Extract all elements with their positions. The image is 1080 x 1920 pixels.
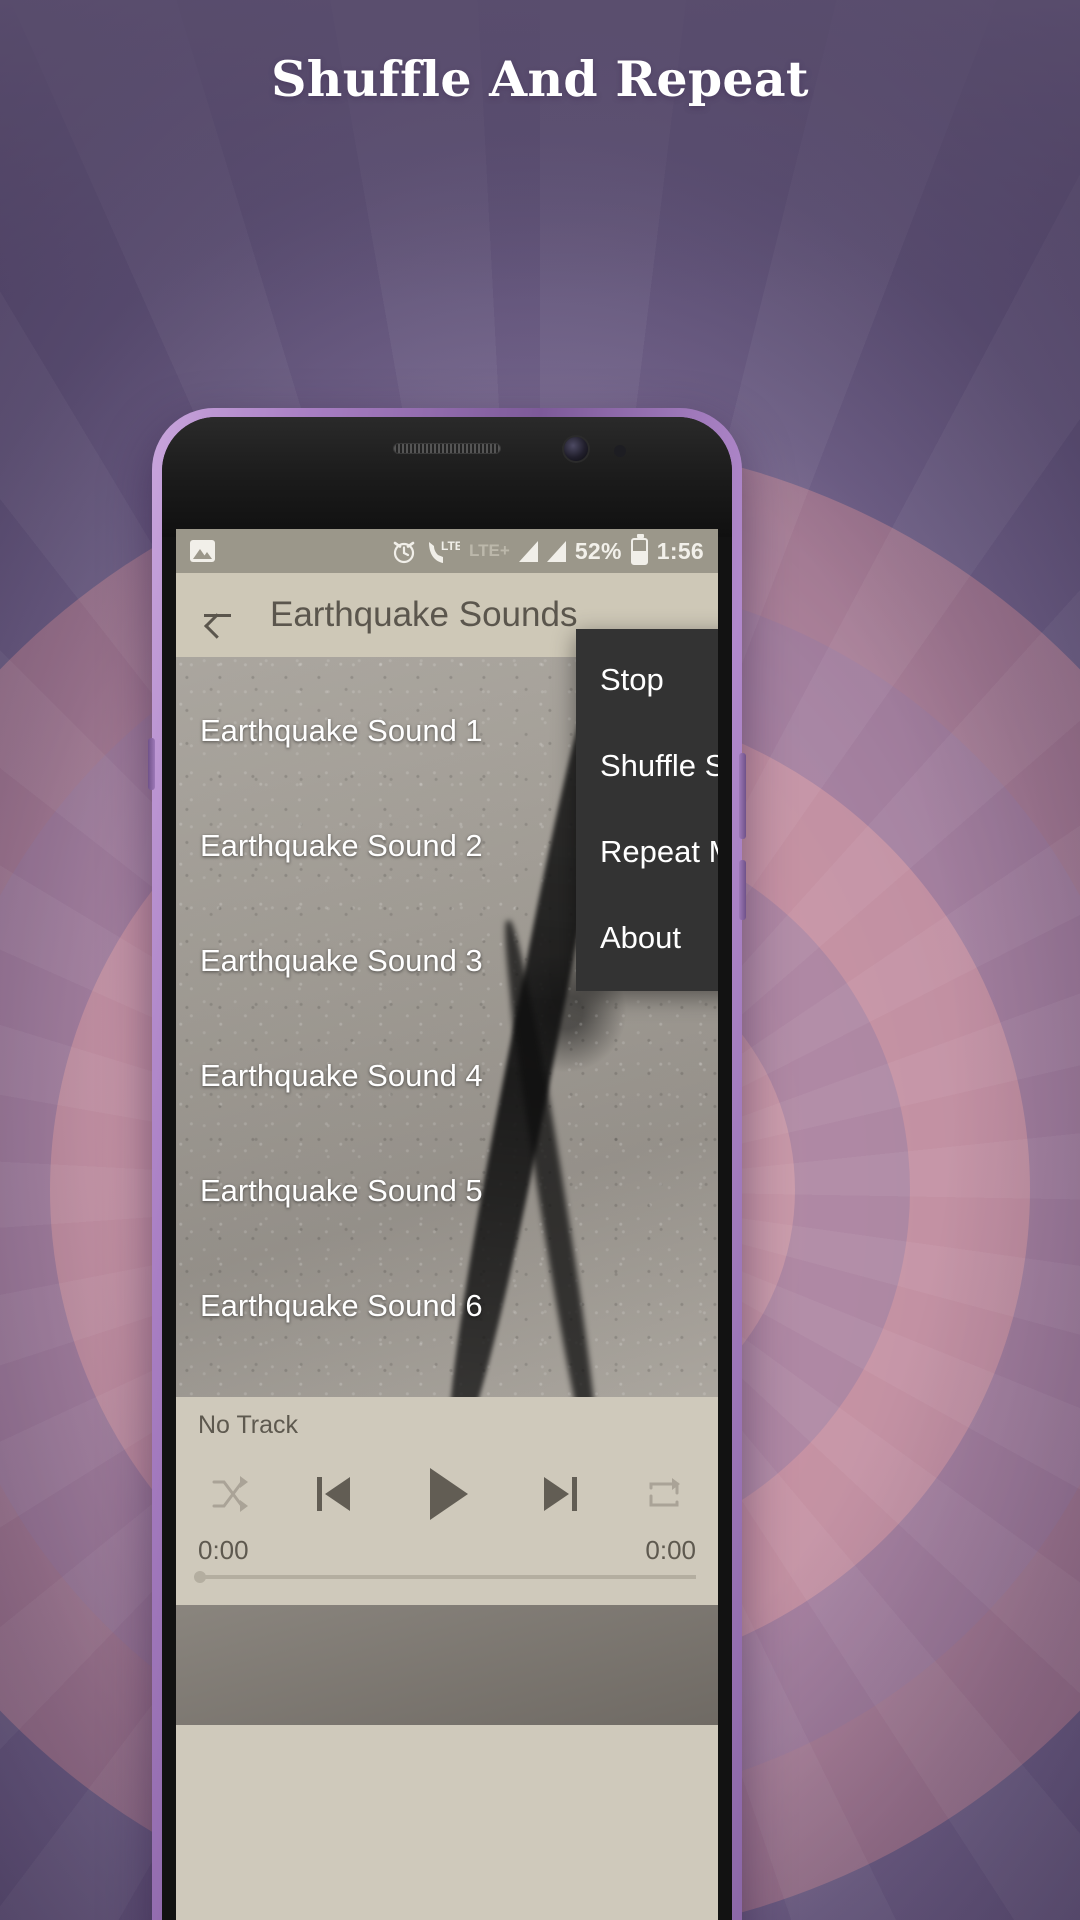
player-times: 0:00 0:00 — [198, 1535, 696, 1566]
menu-item-label: About — [600, 920, 682, 955]
track-title: Earthquake Sound 3 — [200, 942, 483, 978]
phone-screen: LTE LTE+ 52% 1:56 Earthquake Sounds Eart… — [176, 529, 718, 1920]
track-title: Earthquake Sound 6 — [200, 1287, 483, 1323]
menu-item-label: Repeat Mode — [600, 834, 718, 869]
back-arrow-icon[interactable] — [198, 596, 236, 634]
alarm-icon — [393, 541, 415, 563]
status-bar: LTE LTE+ 52% 1:56 — [176, 529, 718, 573]
below-player-photo — [176, 1605, 718, 1725]
proximity-sensor-icon — [614, 445, 626, 457]
elapsed-time-label: 0:00 — [198, 1535, 249, 1565]
track-title: Earthquake Sound 1 — [200, 712, 483, 748]
player-bar: No Track 0:00 0:00 — [176, 1397, 718, 1605]
overflow-menu[interactable]: Stop Shuffle Songs Repeat Mode About — [576, 629, 718, 991]
seek-bar-knob[interactable] — [194, 1571, 206, 1583]
app-bar-title: Earthquake Sounds — [270, 595, 578, 634]
seek-bar[interactable] — [194, 1571, 696, 1583]
status-bar-right: LTE LTE+ 52% 1:56 — [391, 533, 704, 565]
current-track-label: No Track — [198, 1411, 299, 1439]
battery-icon — [630, 533, 648, 565]
list-item[interactable]: Earthquake Sound 5 — [176, 1133, 718, 1248]
phone-side-button-left — [148, 738, 155, 790]
list-item[interactable]: Earthquake Sound 4 — [176, 1018, 718, 1133]
network-type-label: LTE+ — [469, 541, 510, 560]
menu-item-repeat-mode[interactable]: Repeat Mode — [576, 809, 718, 895]
menu-item-label: Shuffle Songs — [600, 748, 718, 783]
track-title: Earthquake Sound 5 — [200, 1172, 483, 1208]
skip-previous-icon[interactable] — [310, 1469, 358, 1519]
phone-mockup: LTE LTE+ 52% 1:56 Earthquake Sounds Eart… — [148, 408, 746, 1920]
shuffle-icon[interactable] — [208, 1472, 252, 1516]
menu-item-about[interactable]: About — [576, 895, 718, 981]
play-icon[interactable] — [416, 1462, 478, 1526]
menu-item-label: Stop — [600, 662, 664, 697]
phone-body: LTE LTE+ 52% 1:56 Earthquake Sounds Eart… — [162, 417, 732, 1920]
signal-bars-icon-2 — [546, 540, 566, 562]
image-icon — [190, 540, 215, 562]
status-bar-left — [190, 540, 215, 562]
menu-item-stop[interactable]: Stop — [576, 637, 718, 723]
background-top-fade — [0, 0, 1080, 300]
track-title: Earthquake Sound 2 — [200, 827, 483, 863]
lte-call-icon: LTE — [429, 539, 460, 563]
total-time-label: 0:00 — [645, 1535, 696, 1565]
skip-next-icon[interactable] — [536, 1469, 584, 1519]
battery-percent-label: 52% — [574, 537, 622, 564]
signal-bars-icon-1 — [518, 540, 538, 562]
phone-top-bezel — [162, 417, 732, 537]
phone-power-button — [739, 860, 746, 920]
front-camera-icon — [564, 437, 588, 461]
player-controls — [198, 1462, 696, 1526]
list-item[interactable]: Earthquake Sound 6 — [176, 1248, 718, 1363]
page-title: Shuffle And Repeat — [271, 50, 809, 108]
svg-text:LTE: LTE — [441, 539, 460, 553]
phone-volume-button — [739, 753, 746, 839]
clock-label: 1:56 — [656, 537, 704, 564]
track-title: Earthquake Sound 4 — [200, 1057, 483, 1093]
earpiece-speaker — [393, 443, 501, 454]
repeat-icon[interactable] — [642, 1472, 686, 1516]
menu-item-shuffle-songs[interactable]: Shuffle Songs — [576, 723, 718, 809]
